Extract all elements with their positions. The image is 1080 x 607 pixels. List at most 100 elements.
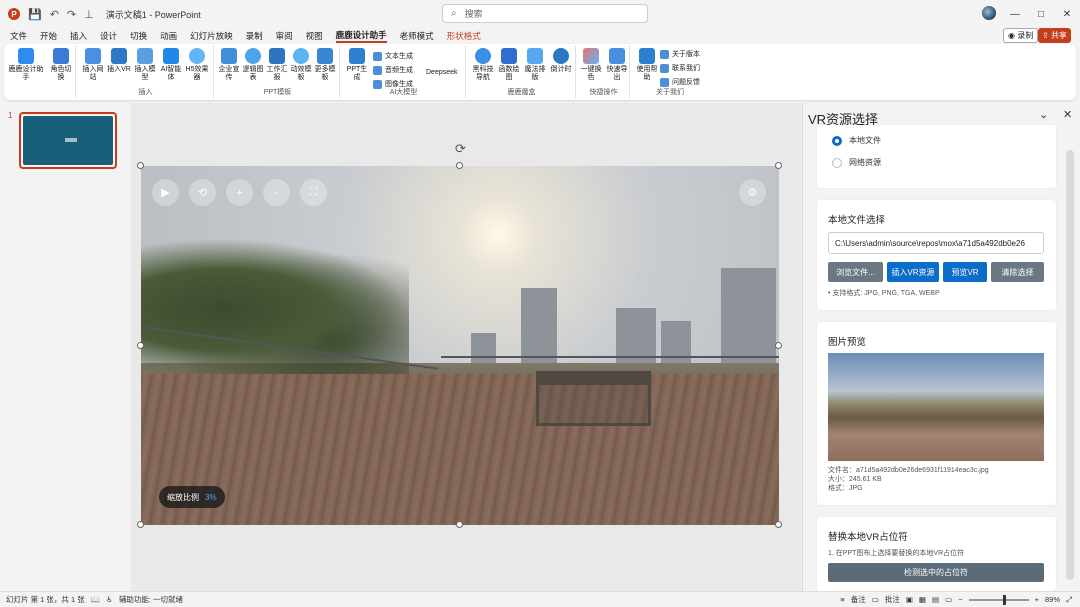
instruction-step: 1. 在PPT图布上选择要替换的本地VR占位符 — [828, 550, 965, 557]
tab-shape-format[interactable]: 形状格式 — [447, 30, 481, 42]
ppt-generate-button[interactable]: PPT生成 — [344, 48, 370, 82]
preview-vr-button[interactable]: 预览VR — [943, 262, 987, 282]
notes-button[interactable]: 备注 — [851, 594, 866, 605]
recolor-button[interactable]: 一键换色 — [578, 48, 604, 82]
browse-button[interactable]: 浏览文件... — [828, 262, 883, 282]
comments-button[interactable]: 批注 — [885, 594, 900, 605]
insert-website-button[interactable]: 插入网站 — [80, 48, 106, 82]
radio-local-file[interactable]: 本地文件 — [832, 135, 881, 146]
countdown-button[interactable]: 倒计时 — [548, 48, 574, 74]
reading-view-icon[interactable]: ▤ — [932, 595, 939, 604]
function-plot-button[interactable]: 函数绘图 — [496, 48, 522, 82]
panorama-preview-image — [828, 353, 1044, 461]
design-assistant-button[interactable]: 鹿鹿设计助手 — [8, 48, 44, 82]
tab-insert[interactable]: 插入 — [70, 30, 87, 42]
resize-handle[interactable] — [456, 162, 463, 169]
rotate-button[interactable]: ⟲ — [189, 179, 216, 206]
fit-slide-icon[interactable]: ⤢ — [1066, 595, 1072, 605]
tab-review[interactable]: 审阅 — [276, 30, 293, 42]
deepseek-button[interactable]: Deepseek — [426, 66, 458, 78]
contact-button[interactable]: 联系我们 — [660, 62, 700, 74]
tab-slideshow[interactable]: 幻灯片放映 — [190, 30, 233, 42]
animated-template-button[interactable]: 动效模板 — [288, 48, 314, 82]
zoom-slider[interactable] — [968, 594, 1029, 605]
search-box[interactable]: ⌕ 搜索 — [442, 4, 648, 23]
customize-icon[interactable]: ⊥ — [84, 8, 94, 21]
zoom-out-button[interactable]: - — [263, 179, 290, 206]
avatar[interactable] — [982, 6, 996, 20]
role-switch-button[interactable]: 角色切换 — [48, 48, 74, 82]
vr-viewer[interactable]: ▶ ⟲ + - ⛶ ⚙ 缩放比例 3% — [141, 166, 779, 525]
zoom-out-icon[interactable]: − — [958, 595, 962, 604]
tab-view[interactable]: 视图 — [306, 30, 323, 42]
resize-handle[interactable] — [775, 162, 782, 169]
close-button[interactable]: ✕ — [1054, 9, 1080, 20]
spellcheck-icon[interactable]: 📖 — [91, 595, 100, 604]
resize-handle[interactable] — [775, 342, 782, 349]
tab-design-assistant[interactable]: 鹿鹿设计助手 — [335, 29, 387, 43]
more-templates-button[interactable]: 更多模板 — [312, 48, 338, 82]
insert-vr-resource-button[interactable]: 插入VR资源 — [887, 262, 939, 282]
resize-handle[interactable] — [775, 521, 782, 528]
slide-canvas[interactable]: ⟳ ▶ ⟲ + - ⛶ ⚙ 缩放比例 3% — [131, 103, 801, 591]
tab-home[interactable]: 开始 — [40, 30, 57, 42]
share-button[interactable]: ⇪ 共享 — [1038, 28, 1071, 43]
slideshow-icon[interactable]: ▭ — [945, 595, 952, 604]
audio-generate-button[interactable]: 音频生成 — [373, 64, 413, 76]
sorter-view-icon[interactable]: ▦ — [919, 595, 926, 604]
zoom-thumb[interactable] — [1002, 594, 1006, 605]
tab-transitions[interactable]: 切换 — [130, 30, 147, 42]
file-path-input[interactable]: C:\Users\admin\source\repos\mox\a71d5a49… — [828, 232, 1044, 254]
zoom-in-button[interactable]: + — [226, 179, 253, 206]
quick-export-button[interactable]: 快速导出 — [604, 48, 630, 82]
close-panel-icon[interactable]: ✕ — [1063, 108, 1072, 121]
tab-teacher-mode[interactable]: 老师模式 — [400, 30, 434, 42]
tech-nav-button[interactable]: 黑科技导航 — [470, 48, 496, 82]
panel-scrollbar[interactable] — [1066, 150, 1074, 580]
insert-vr-button[interactable]: 插入VR — [106, 48, 132, 74]
website-icon — [85, 48, 101, 64]
panorama-deck — [141, 374, 779, 525]
rotate-handle-icon[interactable]: ⟳ — [455, 141, 466, 157]
fullscreen-button[interactable]: ⛶ — [300, 179, 327, 206]
logic-chart-button[interactable]: 逻辑图表 — [240, 48, 266, 82]
insert-model-button[interactable]: 插入模型 — [132, 48, 158, 82]
ribbon-group-templates: 企业宣传 逻辑图表 工作汇报 动效模板 更多模板 PPT模板 — [216, 46, 340, 98]
maximize-button[interactable]: □ — [1028, 9, 1054, 20]
detect-placeholder-button[interactable]: 检测选中的占位符 — [828, 563, 1044, 582]
rotate-icon: ⟲ — [197, 187, 208, 199]
redo-icon[interactable]: ↷ — [67, 8, 76, 21]
resize-handle[interactable] — [456, 521, 463, 528]
slide-thumbnail[interactable] — [19, 112, 117, 169]
undo-icon[interactable]: ↶ — [50, 8, 59, 21]
minimize-button[interactable]: — — [1002, 9, 1028, 20]
magic-layout-button[interactable]: 魔法排版 — [522, 48, 548, 82]
play-button[interactable]: ▶ — [152, 179, 179, 206]
save-icon[interactable]: 💾 — [28, 8, 42, 21]
text-generate-button[interactable]: 文本生成 — [373, 50, 413, 62]
zoom-percent[interactable]: 89% — [1045, 595, 1060, 604]
record-button[interactable]: ◉ 录制 — [1003, 28, 1039, 43]
resize-handle[interactable] — [137, 342, 144, 349]
resize-handle[interactable] — [137, 162, 144, 169]
tab-file[interactable]: 文件 — [10, 30, 27, 42]
magic-icon — [527, 48, 543, 64]
settings-button[interactable]: ⚙ — [739, 179, 766, 206]
clear-selection-button[interactable]: 清除选择 — [991, 262, 1044, 282]
help-button[interactable]: 使用帮助 — [634, 48, 660, 82]
work-report-button[interactable]: 工作汇报 — [264, 48, 290, 82]
h5-effect-button[interactable]: H5效果器 — [184, 48, 210, 82]
accessibility-status[interactable]: 辅助功能: 一切就绪 — [119, 594, 183, 605]
radio-network[interactable]: 网络资源 — [832, 157, 881, 168]
enterprise-promo-button[interactable]: 企业宣传 — [216, 48, 242, 82]
chevron-down-icon[interactable]: ⌄ — [1039, 108, 1048, 121]
tab-record[interactable]: 录制 — [246, 30, 263, 42]
about-version-button[interactable]: 关于版本 — [660, 48, 700, 60]
ai-agent-button[interactable]: AI智能体 — [158, 48, 184, 82]
resize-handle[interactable] — [137, 521, 144, 528]
tab-animations[interactable]: 动画 — [160, 30, 177, 42]
normal-view-icon[interactable]: ▣ — [906, 595, 913, 604]
slide-number: 1 — [8, 111, 13, 120]
tab-design[interactable]: 设计 — [100, 30, 117, 42]
zoom-in-icon[interactable]: + — [1035, 595, 1039, 604]
